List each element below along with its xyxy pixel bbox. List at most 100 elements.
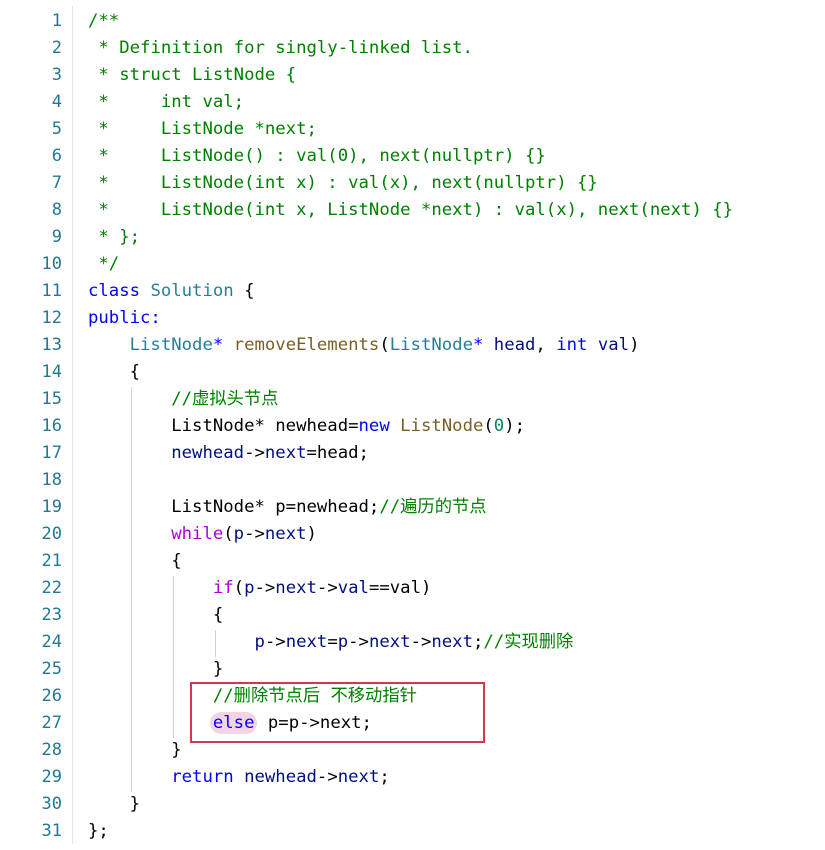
code-line[interactable]: 30 } [0, 791, 825, 818]
line-number: 7 [51, 173, 62, 193]
line-number: 4 [51, 92, 62, 112]
line-code: * ListNode *next; [88, 116, 317, 143]
code-token: ); [504, 416, 525, 436]
line-number: 13 [41, 335, 62, 355]
code-token: ListNode* newhead= [88, 416, 359, 436]
code-line[interactable]: 3 * struct ListNode { [0, 62, 825, 89]
code-token: -> [348, 632, 369, 652]
code-token: * ListNode(int x, ListNode *next) : val(… [88, 200, 734, 220]
code-line[interactable]: 21 { [0, 548, 825, 575]
code-token: next [264, 443, 307, 463]
code-line[interactable]: 25 } [0, 656, 825, 683]
code-line[interactable]: 12 public: [0, 305, 825, 332]
line-number: 23 [41, 605, 62, 625]
code-token: class [88, 281, 141, 301]
line-number: 31 [41, 821, 62, 841]
code-line[interactable]: 23 { [0, 602, 825, 629]
code-line[interactable]: 22 if(p->next->val==val) [0, 575, 825, 602]
line-code: } [88, 656, 223, 683]
code-token: * }; [88, 227, 141, 247]
code-token: * struct ListNode { [88, 65, 297, 85]
code-line[interactable]: 31}; [0, 818, 825, 845]
code-line[interactable]: 20 while(p->next) [0, 521, 825, 548]
line-number: 17 [41, 443, 62, 463]
line-code: return newhead->next; [88, 764, 390, 791]
code-token: ; [379, 767, 390, 787]
code-token: = [327, 632, 338, 652]
line-code: p->next=p->next->next;//实现删除 [88, 629, 573, 656]
line-number: 14 [41, 362, 62, 382]
line-number: 19 [41, 497, 62, 517]
code-token: newhead [171, 443, 245, 463]
line-number: 22 [41, 578, 62, 598]
code-line[interactable]: 24 p->next=p->next->next;//实现删除 [0, 629, 825, 656]
code-line[interactable]: 7 * ListNode(int x) : val(x), next(nullp… [0, 170, 825, 197]
code-token: * ListNode() : val(0), next(nullptr) {} [88, 146, 546, 166]
code-line[interactable]: 2 * Definition for singly-linked list. [0, 35, 825, 62]
code-line[interactable]: 9 * }; [0, 224, 825, 251]
code-token: * ListNode(int x) : val(x), next(nullptr… [88, 173, 598, 193]
code-editor[interactable]: 1 /** 2 * Definition for singly-linked lis… [0, 0, 825, 850]
code-token: /** [88, 11, 120, 31]
line-number: 9 [51, 227, 62, 247]
code-token: ListNode [129, 335, 213, 355]
code-line[interactable]: 11 class Solution { [0, 278, 825, 305]
code-line[interactable]: 15 //虚拟头节点 [0, 386, 825, 413]
code-line[interactable]: 4 * int val; [0, 89, 825, 116]
code-token: //遍历的节点 [379, 497, 487, 517]
line-number: 5 [51, 119, 62, 139]
code-line[interactable]: 13 ListNode* removeElements(ListNode* he… [0, 332, 825, 359]
line-code: * int val; [88, 89, 244, 116]
line-number: 28 [41, 740, 62, 760]
code-token: val [337, 578, 369, 598]
line-code: */ [88, 251, 119, 278]
line-code: ListNode* removeElements(ListNode* head,… [88, 332, 640, 359]
code-line[interactable]: 6 * ListNode() : val(0), next(nullptr) {… [0, 143, 825, 170]
code-token: */ [88, 254, 120, 274]
code-token: -> [244, 443, 265, 463]
line-code: if(p->next->val==val) [88, 575, 432, 602]
code-line[interactable]: 18 [0, 467, 825, 494]
code-token: , [535, 335, 557, 355]
line-number: 21 [41, 551, 62, 571]
code-token: 0 [493, 416, 505, 436]
code-line[interactable]: 5 * ListNode *next; [0, 116, 825, 143]
code-line[interactable]: 10 */ [0, 251, 825, 278]
code-token: next [264, 524, 307, 544]
code-line[interactable]: 17 newhead->next=head; [0, 440, 825, 467]
line-code: while(p->next) [88, 521, 317, 548]
code-token: next [431, 632, 473, 652]
code-token: head [493, 335, 536, 355]
code-line[interactable]: 19 ListNode* p=newhead;//遍历的节点 [0, 494, 825, 521]
code-token: { [88, 362, 141, 382]
code-token: next [285, 632, 328, 652]
code-line[interactable]: 1 /** [0, 8, 825, 35]
code-token: * [472, 335, 494, 355]
line-number: 16 [41, 416, 62, 436]
code-line[interactable]: 8 * ListNode(int x, ListNode *next) : va… [0, 197, 825, 224]
code-token: next [368, 632, 411, 652]
line-code: * ListNode() : val(0), next(nullptr) {} [88, 143, 546, 170]
code-token: -> [254, 578, 276, 598]
code-line[interactable]: 14 { [0, 359, 825, 386]
code-token: p [244, 578, 255, 598]
line-code: * }; [88, 224, 140, 251]
code-line[interactable]: 16 ListNode* newhead=new ListNode(0); [0, 413, 825, 440]
line-code: { [88, 548, 181, 575]
code-line[interactable]: 29 return newhead->next; [0, 764, 825, 791]
code-token: } [88, 740, 182, 760]
code-token: * int val; [88, 92, 245, 112]
indent-guide [131, 387, 132, 792]
line-number: 27 [41, 713, 62, 733]
code-token: //虚拟头节点 [171, 389, 279, 409]
line-number: 8 [51, 200, 62, 220]
code-token: p [254, 632, 265, 652]
line-code: * Definition for singly-linked list. [88, 35, 473, 62]
line-code: ListNode* newhead=new ListNode(0); [88, 413, 525, 440]
